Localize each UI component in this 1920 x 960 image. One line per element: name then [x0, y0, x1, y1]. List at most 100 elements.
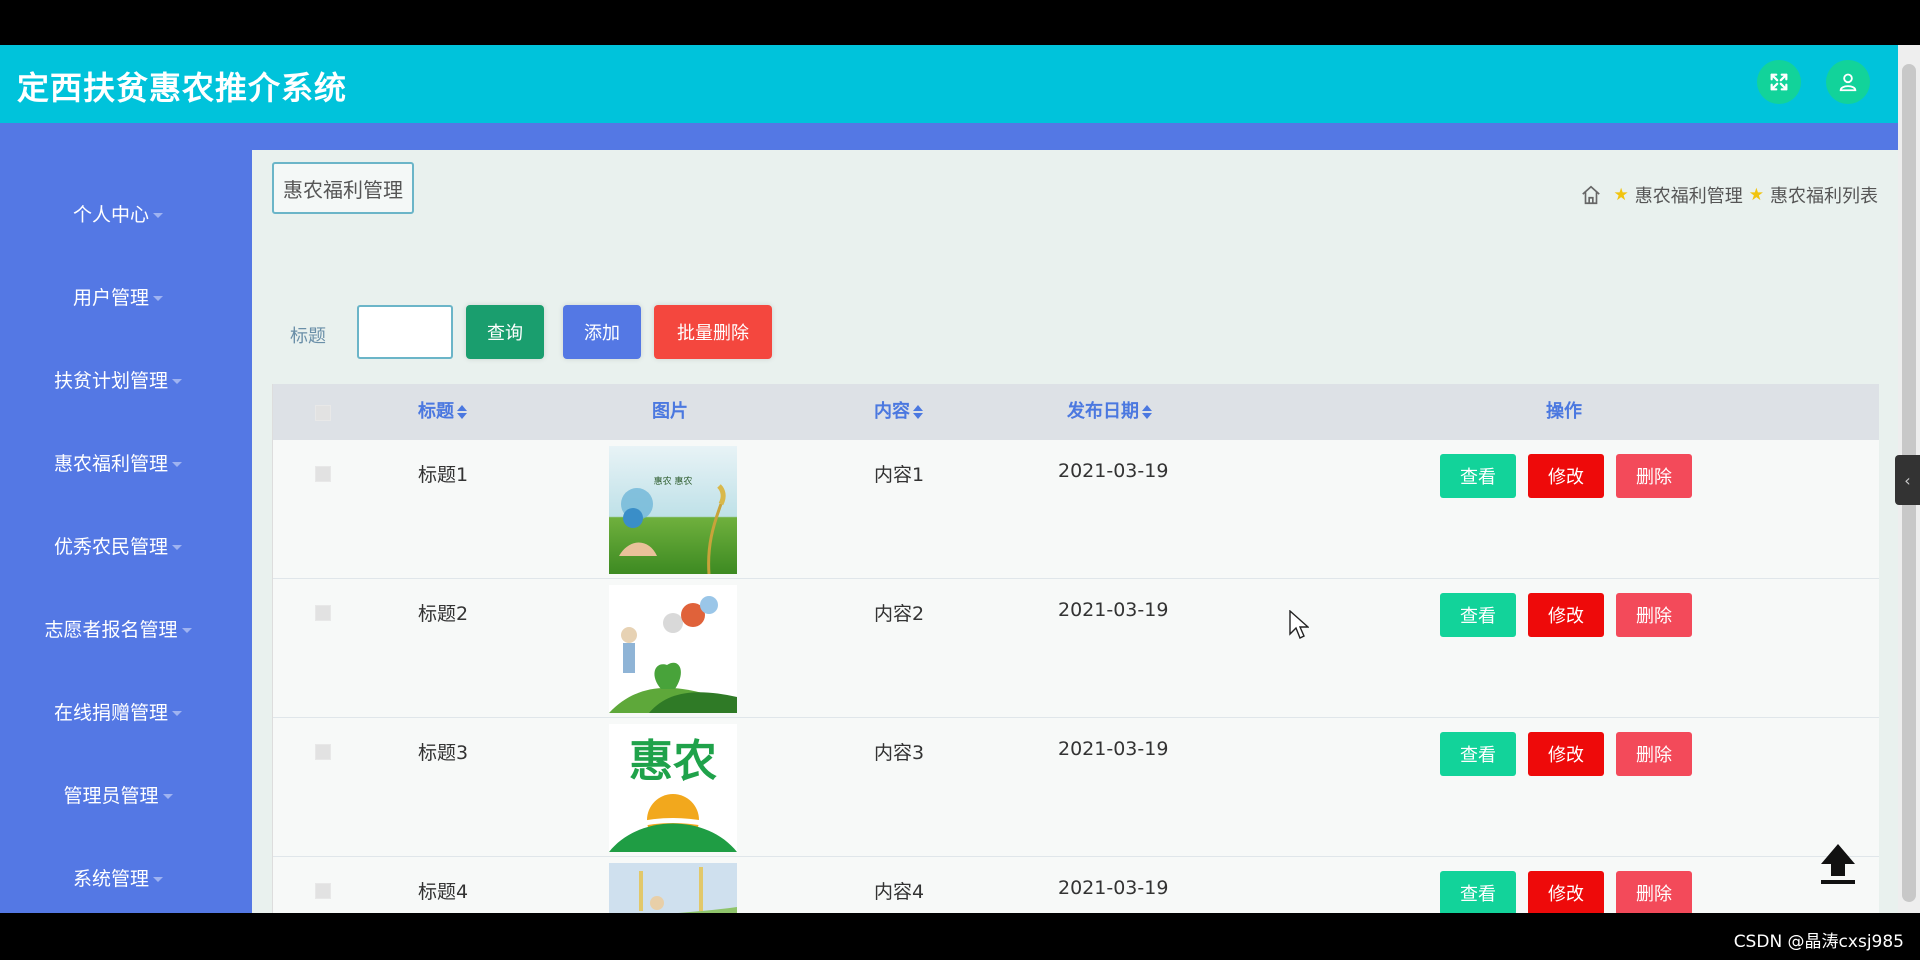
search-title-label: 标题: [290, 326, 326, 347]
view-button[interactable]: 查看: [1440, 593, 1516, 637]
view-button[interactable]: 查看: [1440, 732, 1516, 776]
row-checkbox[interactable]: [315, 466, 331, 482]
edit-button[interactable]: 修改: [1528, 454, 1604, 498]
sidebar-item-poverty-plan[interactable]: 扶贫计划管理: [0, 366, 236, 393]
delete-button[interactable]: 删除: [1616, 871, 1692, 913]
header-title[interactable]: 标题: [418, 384, 467, 440]
watermark: CSDN @晶涛cxsj985: [1733, 932, 1904, 952]
header-date[interactable]: 发布日期: [1067, 384, 1152, 440]
home-icon[interactable]: [1580, 184, 1602, 206]
caret-down-icon: [153, 296, 163, 301]
breadcrumb-level2: 惠农福利列表: [1770, 186, 1878, 207]
row-checkbox[interactable]: [315, 605, 331, 621]
collapse-panel-button[interactable]: ‹: [1895, 455, 1920, 505]
row-date: 2021-03-19: [1058, 738, 1169, 760]
row-checkbox[interactable]: [315, 744, 331, 760]
caret-down-icon: [172, 711, 182, 716]
app-window: 定西扶贫惠农推介系统 个人中心 用户管理 扶贫计划管理 惠农福利管理 优秀农民管…: [0, 45, 1898, 913]
table-row: 标题4 内容4 2021-03-19 查看 修改 删除: [273, 857, 1879, 913]
breadcrumb-level1[interactable]: 惠农福利管理: [1635, 182, 1743, 208]
sidebar-item-users[interactable]: 用户管理: [0, 283, 236, 310]
caret-down-icon: [172, 462, 182, 467]
edit-button[interactable]: 修改: [1528, 593, 1604, 637]
table-header: 标题 图片 内容 发布日期 操作: [273, 384, 1879, 440]
row-date: 2021-03-19: [1058, 877, 1169, 899]
search-title-input[interactable]: [357, 305, 453, 359]
sidebar-item-label: 个人中心: [72, 204, 149, 226]
star-icon: ★: [1613, 185, 1629, 205]
row-date: 2021-03-19: [1058, 460, 1169, 482]
delete-button[interactable]: 删除: [1616, 593, 1692, 637]
edit-button[interactable]: 修改: [1528, 732, 1604, 776]
sidebar-item-admins[interactable]: 管理员管理: [0, 781, 236, 808]
caret-down-icon: [153, 877, 163, 882]
back-to-top-button[interactable]: [1815, 840, 1861, 886]
arrow-up-icon: [1821, 844, 1855, 884]
sidebar-item-label: 用户管理: [72, 287, 149, 309]
expand-icon: [1770, 73, 1788, 91]
sort-icon: [1142, 405, 1152, 419]
caret-down-icon: [153, 213, 163, 218]
query-button[interactable]: 查询: [466, 305, 544, 359]
table-row: 标题1 惠农 惠农 内容1 2021-03-19 查看 修改 删除: [273, 440, 1879, 580]
row-content: 内容3: [874, 742, 925, 764]
caret-down-icon: [181, 628, 192, 633]
row-title: 标题2: [418, 603, 469, 625]
caret-down-icon: [172, 379, 182, 384]
row-content: 内容1: [874, 464, 925, 486]
view-button[interactable]: 查看: [1440, 871, 1516, 913]
sidebar-item-welfare[interactable]: 惠农福利管理: [0, 449, 236, 476]
top-header: 定西扶贫惠农推介系统: [0, 45, 1898, 123]
star-icon: ★: [1748, 185, 1764, 205]
app-title: 定西扶贫惠农推介系统: [17, 69, 348, 107]
table-row: 标题3 惠农 内容3 2021-03-19 查看 修改 删除: [273, 718, 1879, 858]
main-content: 惠农福利管理 ★ 惠农福利管理 ★ 惠农福利列表 标题 查询 添加 批量删除 标…: [252, 150, 1898, 913]
sidebar-item-volunteers[interactable]: 志愿者报名管理: [0, 615, 236, 642]
sidebar-item-donations[interactable]: 在线捐赠管理: [0, 698, 236, 725]
row-image[interactable]: [609, 585, 737, 713]
section-tag[interactable]: 惠农福利管理: [272, 162, 414, 214]
row-image[interactable]: 惠农 惠农: [609, 446, 737, 574]
sidebar-item-label: 在线捐赠管理: [53, 702, 168, 724]
mouse-pointer-icon: [1289, 610, 1309, 639]
row-image[interactable]: 惠农: [609, 724, 737, 852]
caret-down-icon: [172, 545, 182, 550]
sidebar-item-label: 优秀农民管理: [53, 536, 168, 558]
fullscreen-button[interactable]: [1757, 60, 1801, 104]
header-image: 图片: [652, 401, 688, 422]
delete-button[interactable]: 删除: [1616, 454, 1692, 498]
sidebar-item-system[interactable]: 系统管理: [0, 864, 236, 891]
table-row: 标题2 内容2 2021-03-19 查看 修改 删除: [273, 579, 1879, 719]
data-table: 标题 图片 内容 发布日期 操作 标题1 惠农 惠农 内容1 2021-03-1…: [272, 384, 1879, 913]
sidebar-item-label: 扶贫计划管理: [53, 370, 168, 392]
sort-icon: [457, 405, 467, 419]
chevron-left-icon: ‹: [1904, 470, 1911, 490]
user-icon: [1839, 73, 1857, 92]
sidebar: 个人中心 用户管理 扶贫计划管理 惠农福利管理 优秀农民管理 志愿者报名管理 在…: [0, 150, 252, 913]
caret-down-icon: [162, 794, 173, 799]
sidebar-item-personal-center[interactable]: 个人中心: [0, 200, 236, 227]
sort-icon: [913, 405, 923, 419]
header-content[interactable]: 内容: [874, 384, 923, 440]
edit-button[interactable]: 修改: [1528, 871, 1604, 913]
user-button[interactable]: [1826, 60, 1870, 104]
row-content: 内容4: [874, 881, 925, 903]
delete-button[interactable]: 删除: [1616, 732, 1692, 776]
breadcrumb: ★ 惠农福利管理 ★ 惠农福利列表: [1580, 182, 1878, 208]
image-caption: 惠农 惠农: [654, 475, 693, 487]
sidebar-item-farmers[interactable]: 优秀农民管理: [0, 532, 236, 559]
add-button[interactable]: 添加: [563, 305, 641, 359]
image-caption: 惠农: [629, 736, 717, 787]
view-button[interactable]: 查看: [1440, 454, 1516, 498]
row-title: 标题4: [418, 881, 469, 903]
select-all-checkbox[interactable]: [315, 405, 331, 421]
row-checkbox[interactable]: [315, 883, 331, 899]
batch-delete-button[interactable]: 批量删除: [654, 305, 772, 359]
header-strip: [0, 123, 1898, 150]
sidebar-item-label: 惠农福利管理: [53, 453, 168, 475]
row-title: 标题1: [418, 464, 469, 486]
sidebar-item-label: 管理员管理: [63, 785, 159, 807]
header-actions: 操作: [1546, 401, 1582, 422]
sidebar-item-label: 系统管理: [72, 868, 149, 890]
row-image[interactable]: [609, 863, 737, 913]
